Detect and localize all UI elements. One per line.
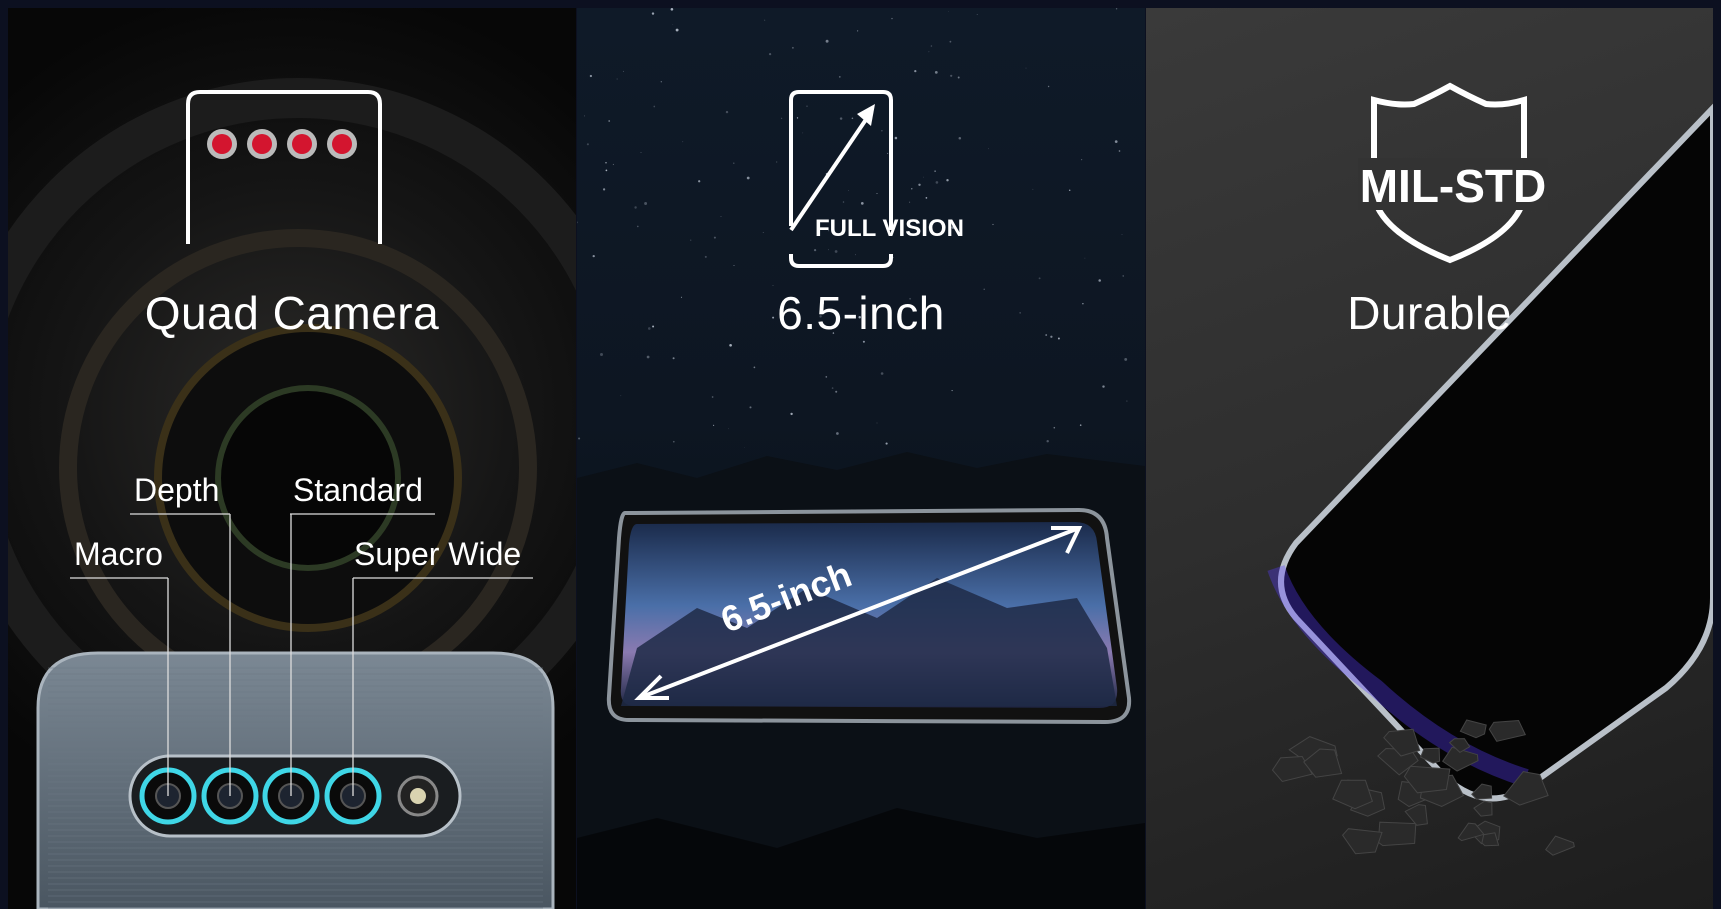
panel-title: Durable xyxy=(1347,287,1512,339)
phone-landscape: 6.5-inch xyxy=(606,507,1132,725)
lens-label-super-wide: Super Wide xyxy=(354,536,522,572)
lens-label-depth: Depth xyxy=(134,472,220,508)
mil-std-label: MIL-STD xyxy=(1360,160,1547,212)
phone-back xyxy=(36,513,555,909)
durable-panel: MIL-STD Durable xyxy=(1146,8,1713,909)
feature-strip: Quad Camera Macro Depth Standard Super W… xyxy=(8,8,1713,909)
mil-std-shield-icon: MIL-STD xyxy=(1358,82,1548,264)
lens-label-standard: Standard xyxy=(293,472,423,508)
lens-label-macro: Macro xyxy=(74,536,163,572)
display-panel: FULL VISION 6.5-inch 6.5-inch xyxy=(577,8,1145,909)
quad-camera-panel: Quad Camera Macro Depth Standard Super W… xyxy=(8,8,576,909)
